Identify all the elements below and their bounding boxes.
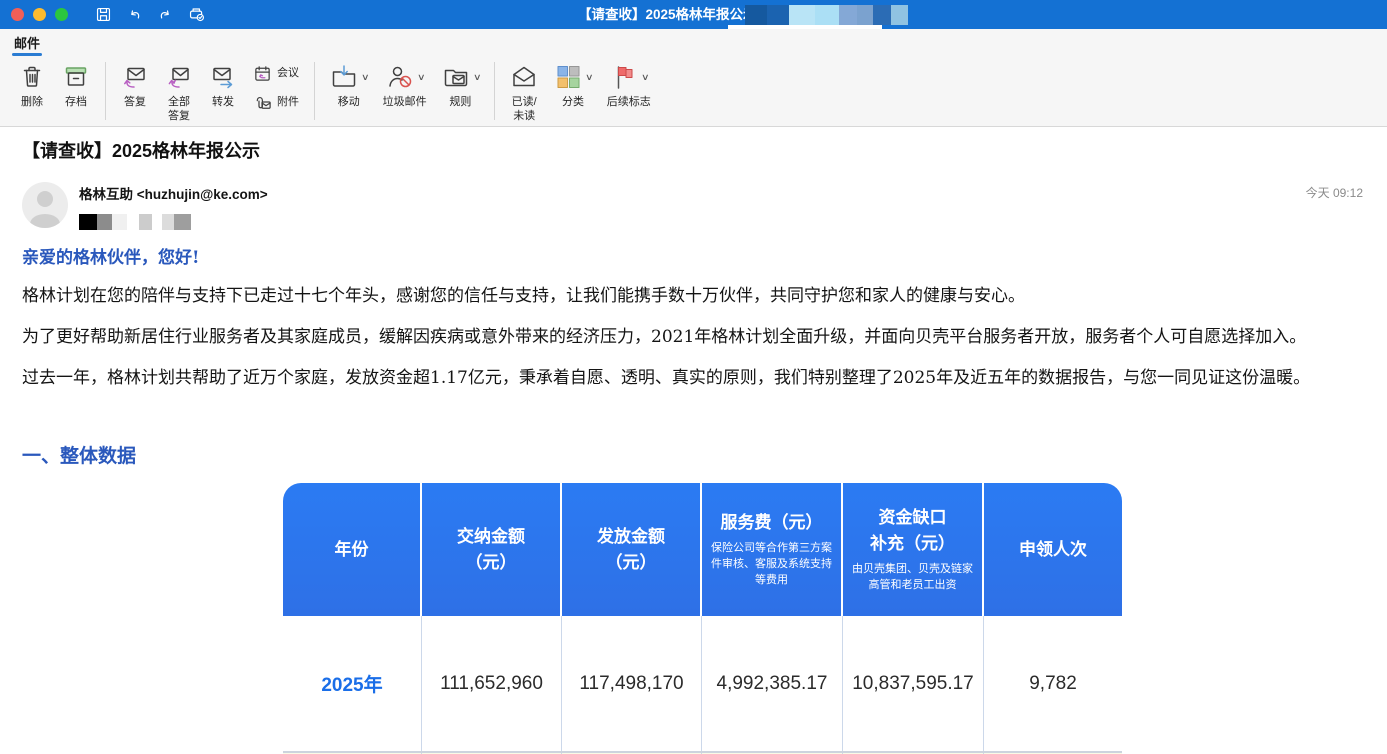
reply-all-label: 全部 答复 — [168, 96, 190, 124]
sender-avatar[interactable] — [22, 182, 68, 228]
reply-label: 答复 — [124, 96, 146, 110]
move-label: 移动 — [338, 96, 360, 110]
chevron-down-icon: ∨ — [473, 72, 482, 83]
forward-label: 转发 — [212, 96, 234, 110]
email-body: 亲爱的格林伙伴，您好! 格林计划在您的陪伴与支持下已走过十七个年头，感谢您的信任… — [22, 243, 1363, 468]
avatar-person-icon — [37, 191, 53, 207]
email-timestamp: 今天 09:12 — [1306, 184, 1363, 201]
categorize-label: 分类 — [562, 96, 584, 110]
cell-service-fee: 4,992,385.17 — [702, 616, 843, 751]
delete-label: 删除 — [21, 96, 43, 110]
meeting-icon — [253, 64, 272, 83]
annual-data-table: 年份 交纳金额 （元） 发放金额 （元） 服务费（元） 保险公司等合作第三方案件… — [283, 483, 1122, 754]
attachment-label: 附件 — [277, 96, 299, 110]
table-header-row: 年份 交纳金额 （元） 发放金额 （元） 服务费（元） 保险公司等合作第三方案件… — [283, 483, 1122, 616]
cell-year: 2025年 — [283, 616, 422, 751]
read-unread-button[interactable]: 已读/ 未读 — [502, 59, 546, 126]
meeting-label: 会议 — [277, 67, 299, 81]
column-header-claims: 申领人次 — [984, 483, 1122, 616]
follow-up-button[interactable]: ∨ 后续标志 — [600, 59, 658, 112]
toolbar-divider — [314, 62, 315, 120]
cell-disbursed-amount: 117,498,170 — [562, 616, 702, 751]
redacted-account-info — [745, 5, 908, 25]
toolbar-divider — [105, 62, 106, 120]
reply-all-button[interactable]: 全部 答复 — [157, 59, 201, 126]
cell-claims: 9,782 — [984, 616, 1122, 751]
cell-gap-funding: 10,837,595.17 — [843, 616, 984, 751]
junk-label: 垃圾邮件 — [383, 96, 427, 110]
section-heading: 一、整体数据 — [22, 441, 1363, 468]
forward-button[interactable]: 转发 — [201, 59, 245, 112]
junk-mail-icon — [385, 62, 415, 92]
redaction-strip — [728, 25, 882, 29]
ribbon-tabs: 邮件 — [0, 29, 1387, 56]
toolbar-divider — [494, 62, 495, 120]
reply-button[interactable]: 答复 — [113, 59, 157, 112]
column-header-gap-funding: 资金缺口 补充（元） 由贝壳集团、贝壳及链家高管和老员工出资 — [843, 483, 984, 616]
window-titlebar: 【请查收】2025格林年报公示 - 收件箱 — [0, 0, 1387, 29]
body-paragraph: 为了更好帮助新居住行业服务者及其家庭成员，缓解因疾病或意外带来的经济压力，202… — [22, 324, 1363, 350]
body-paragraph: 格林计划在您的陪伴与支持下已走过十七个年头，感谢您的信任与支持，让我们能携手数十… — [22, 283, 1363, 309]
zoom-button[interactable] — [55, 8, 68, 21]
chevron-down-icon: ∨ — [585, 72, 594, 83]
reading-pane: 【请查收】2025格林年报公示 格林互助 <huzhujin@ke.com> 今… — [0, 127, 1387, 754]
greeting-line: 亲爱的格林伙伴，您好! — [22, 243, 1363, 268]
redacted-recipients — [79, 214, 268, 230]
tab-mail[interactable]: 邮件 — [12, 31, 42, 56]
ribbon-toolbar: 删除 存档 答复 全部 答复 转发 会议 附件 — [0, 56, 1387, 126]
undo-icon[interactable] — [123, 4, 145, 26]
reply-icon — [120, 62, 150, 92]
chevron-down-icon: ∨ — [361, 72, 370, 83]
archive-button[interactable]: 存档 — [54, 59, 98, 112]
meeting-attachment-group: 会议 附件 — [245, 59, 307, 117]
meeting-button[interactable]: 会议 — [249, 62, 303, 85]
close-button[interactable] — [11, 8, 24, 21]
ribbon: 邮件 删除 存档 答复 全部 答复 转发 会议 — [0, 29, 1387, 127]
move-button[interactable]: ∨ 移动 — [322, 59, 376, 112]
column-header-year: 年份 — [283, 483, 422, 616]
save-icon[interactable] — [92, 4, 114, 26]
follow-up-label: 后续标志 — [607, 96, 651, 110]
body-paragraph: 过去一年，格林计划共帮助了近万个家庭，发放资金超1.17亿元，秉承着自愿、透明、… — [22, 365, 1363, 391]
move-to-folder-icon — [329, 62, 359, 92]
cell-paid-amount: 111,652,960 — [422, 616, 562, 751]
junk-button[interactable]: ∨ 垃圾邮件 — [376, 59, 434, 112]
read-unread-label: 已读/ 未读 — [512, 96, 537, 124]
email-header: 格林互助 <huzhujin@ke.com> 今天 09:12 — [22, 182, 1363, 230]
archive-label: 存档 — [65, 96, 87, 110]
redo-icon[interactable] — [154, 4, 176, 26]
chevron-down-icon: ∨ — [417, 72, 426, 83]
send-receive-icon[interactable] — [185, 4, 207, 26]
categorize-icon — [553, 62, 583, 92]
avatar-person-icon — [30, 214, 60, 228]
column-header-disbursed-amount: 发放金额 （元） — [562, 483, 702, 616]
forward-icon — [208, 62, 238, 92]
traffic-lights — [11, 8, 68, 21]
table-row-2025: 2025年 111,652,960 117,498,170 4,992,385.… — [283, 616, 1122, 753]
window-title: 【请查收】2025格林年报公示 - 收件箱 — [0, 0, 1387, 29]
email-subject: 【请查收】2025格林年报公示 — [22, 138, 1363, 164]
attachment-icon — [253, 93, 272, 112]
trash-icon — [17, 62, 47, 92]
reply-all-icon — [164, 62, 194, 92]
rules-label: 规则 — [449, 96, 471, 110]
delete-button[interactable]: 删除 — [10, 59, 54, 112]
rules-folder-icon — [441, 62, 471, 92]
chevron-down-icon: ∨ — [641, 72, 650, 83]
minimize-button[interactable] — [33, 8, 46, 21]
column-header-service-fee: 服务费（元） 保险公司等合作第三方案件审核、客服及系统支持等费用 — [702, 483, 843, 616]
read-unread-envelope-icon — [509, 62, 539, 92]
sender-name[interactable]: 格林互助 <huzhujin@ke.com> — [79, 183, 268, 203]
rules-button[interactable]: ∨ 规则 — [434, 59, 488, 112]
categorize-button[interactable]: ∨ 分类 — [546, 59, 600, 112]
tab-mail-label: 邮件 — [14, 36, 40, 51]
archive-icon — [61, 62, 91, 92]
follow-up-flag-icon — [609, 62, 639, 92]
attachment-button[interactable]: 附件 — [249, 91, 303, 114]
column-header-paid-amount: 交纳金额 （元） — [422, 483, 562, 616]
